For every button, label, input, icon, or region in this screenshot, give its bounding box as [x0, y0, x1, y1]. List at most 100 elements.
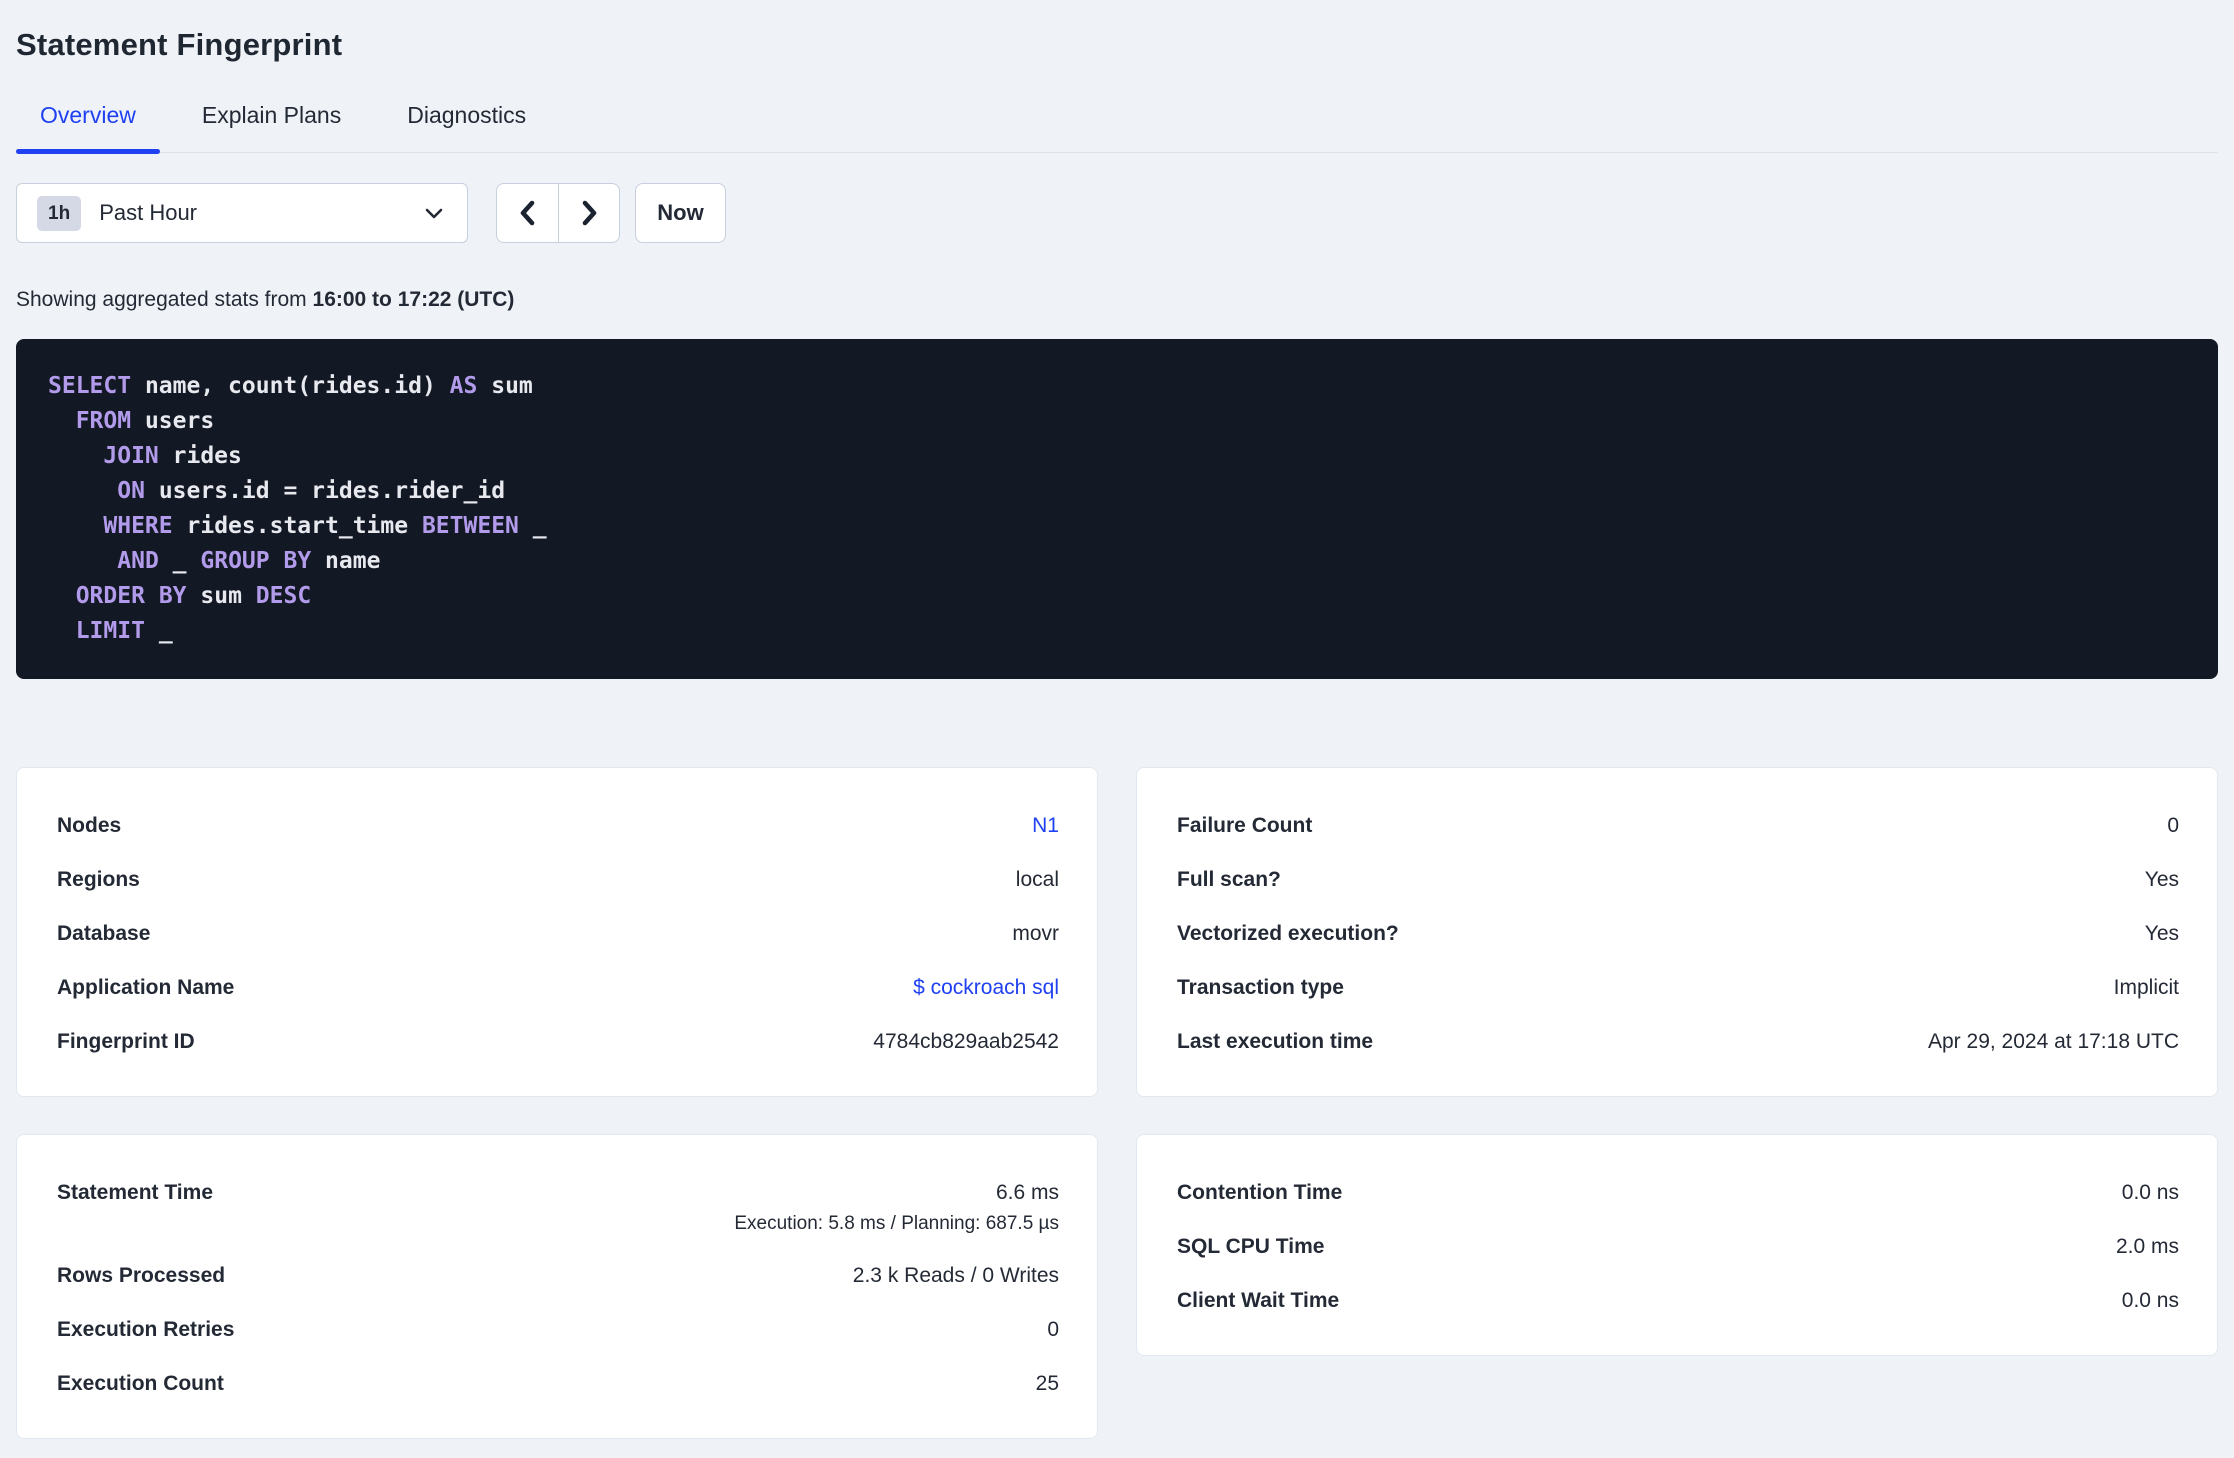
stat-row: SQL CPU Time 2.0 ms [1177, 1233, 2179, 1261]
time-controls: 1h Past Hour Now [16, 183, 2218, 243]
stat-value-wrap: movr [1012, 920, 1059, 948]
stat-row: Execution Count 25 [57, 1370, 1059, 1398]
tab-diagnostics[interactable]: Diagnostics [383, 100, 550, 152]
sql-token: rides [186, 513, 256, 539]
stat-row: Regions local [57, 866, 1059, 894]
stat-value-wrap: 0 [1047, 1316, 1059, 1344]
sql-token: ( [297, 373, 312, 399]
stat-row: Transaction type Implicit [1177, 974, 2179, 1002]
sql-keyword: BY [158, 583, 187, 609]
timing-card-right: Contention Time 0.0 ns SQL CPU Time 2.0 ms C… [1136, 1134, 2218, 1356]
sql-token: sum [491, 373, 533, 399]
stat-value-wrap: 0.0 ns [2122, 1287, 2179, 1315]
tab-bar: Overview Explain Plans Diagnostics [16, 100, 2218, 154]
stat-value: 0 [2167, 814, 2179, 837]
sql-token: rider_id [394, 478, 506, 504]
sql-keyword: FROM [75, 408, 132, 434]
time-range-dropdown[interactable]: 1h Past Hour [16, 183, 468, 243]
stat-value: movr [1012, 922, 1059, 945]
stat-label: SQL CPU Time [1177, 1235, 1325, 1258]
nodes-link[interactable]: N1 [1032, 812, 1059, 840]
sql-token: rides [311, 373, 381, 399]
stat-label: Database [57, 922, 151, 945]
stat-value-wrap: 25 [1036, 1370, 1059, 1398]
sql-token: , [200, 373, 229, 399]
stat-value-wrap: 0.0 ns [2122, 1179, 2179, 1207]
stat-label: Transaction type [1177, 976, 1344, 999]
sql-keyword: AS [449, 373, 478, 399]
stat-value: 25 [1035, 1372, 1059, 1395]
stat-label: Failure Count [1177, 814, 1313, 837]
time-range-badge: 1h [37, 195, 82, 231]
sql-keyword: BETWEEN [421, 513, 519, 539]
stat-row: Statement Time 6.6 ms Execution: 5.8 ms / … [57, 1179, 1059, 1236]
stat-subvalue: Execution: 5.8 ms / Planning: 687.5 µs [734, 1213, 1059, 1234]
tab-explain-plans[interactable]: Explain Plans [178, 100, 365, 152]
sql-token: = [269, 478, 312, 504]
sql-token: sum [200, 583, 242, 609]
stats-line-range: 16:00 to 17:22 (UTC) [312, 288, 515, 311]
chevron-right-icon [576, 198, 602, 228]
chevron-down-icon [423, 202, 445, 224]
stat-value: Implicit [2113, 976, 2179, 999]
stat-row: Nodes N1 [57, 812, 1059, 840]
stat-label: Full scan? [1177, 868, 1281, 891]
stat-value: 4784cb829aab2542 [873, 1030, 1059, 1053]
now-button[interactable]: Now [635, 183, 726, 243]
next-range-button[interactable] [558, 184, 619, 242]
tab-overview[interactable]: Overview [16, 100, 160, 154]
stat-label: Last execution time [1177, 1030, 1374, 1053]
stat-label: Vectorized execution? [1177, 922, 1399, 945]
sql-token: id [394, 373, 422, 399]
stat-label: Contention Time [1177, 1181, 1343, 1204]
stat-row: Failure Count 0 [1177, 812, 2179, 840]
sql-keyword: LIMIT [75, 618, 145, 644]
sql-token: start_time [269, 513, 409, 539]
statement-fingerprint-page: Statement Fingerprint Overview Explain Pl… [0, 0, 2234, 1439]
stat-row: Full scan? Yes [1177, 866, 2179, 894]
stat-label: Execution Count [57, 1372, 224, 1395]
aggregated-stats-line: Showing aggregated stats from 16:00 to 1… [16, 287, 2218, 313]
stat-value-wrap: Implicit [2114, 974, 2179, 1002]
stat-value-wrap: 6.6 ms Execution: 5.8 ms / Planning: 687.… [734, 1179, 1059, 1236]
prev-range-button[interactable] [497, 184, 558, 242]
sql-token: . [228, 478, 242, 504]
stat-label: Fingerprint ID [57, 1030, 195, 1053]
application-name-link[interactable]: $ cockroach sql [913, 974, 1059, 1002]
sql-token: _ [532, 513, 547, 539]
sql-token: users [144, 408, 215, 434]
stat-value: 0.0 ns [2121, 1181, 2179, 1204]
stat-value-wrap: 2.0 ms [2116, 1233, 2179, 1261]
summary-card-left: Nodes N1 Regions local Database movr Applicati… [16, 767, 1098, 1097]
sql-keyword: WHERE [103, 513, 173, 539]
sql-token: _ [172, 548, 187, 574]
sql-token: _ [158, 618, 173, 644]
time-nav-buttons [496, 183, 620, 243]
stat-row: Fingerprint ID 4784cb829aab2542 [57, 1028, 1059, 1056]
stat-value: Yes [2144, 868, 2179, 891]
sql-keyword: GROUP [200, 548, 270, 574]
sql-token: users [158, 478, 229, 504]
sql-token: ) [421, 373, 450, 399]
stat-value-wrap: Yes [2145, 920, 2179, 948]
sql-token: name [144, 373, 201, 399]
stat-value: Yes [2144, 922, 2179, 945]
